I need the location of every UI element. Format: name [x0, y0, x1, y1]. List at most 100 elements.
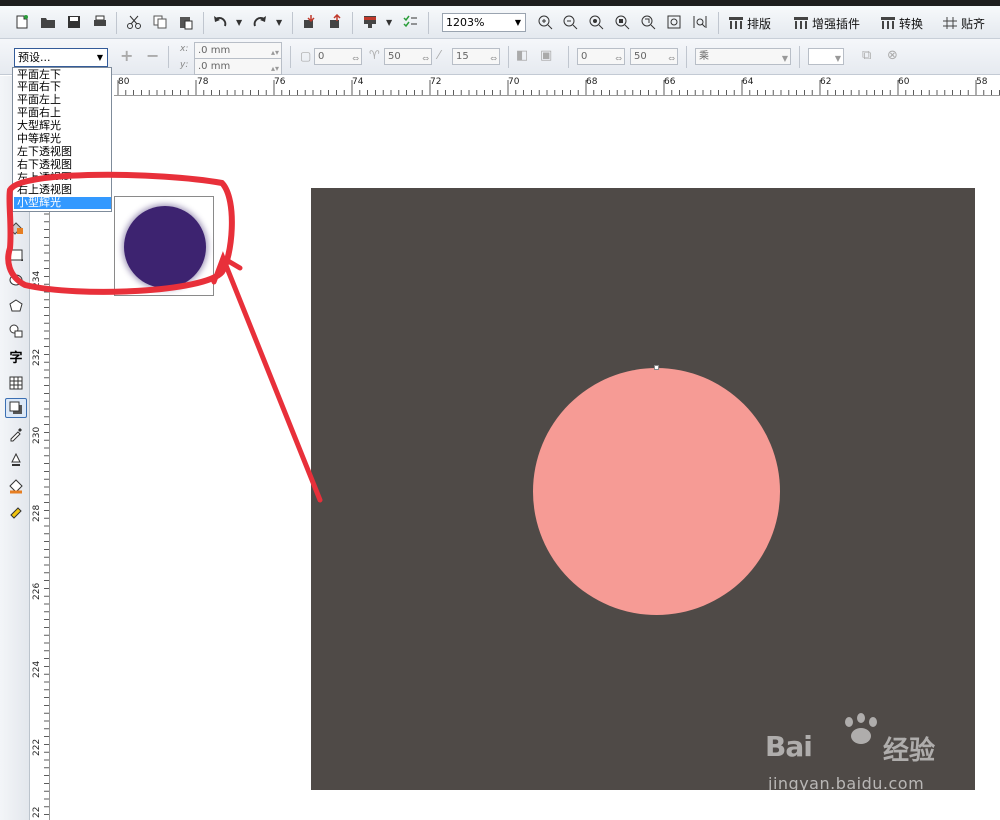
blend-mode-select[interactable]: 乘 ▼ — [695, 48, 791, 65]
new-document-icon[interactable] — [12, 12, 32, 32]
shadow-fade-field[interactable]: 50 ⇔ — [630, 48, 678, 65]
baidu-watermark: Bai 经验 — [765, 712, 965, 772]
redo-dropdown-icon[interactable]: ▼ — [276, 18, 282, 27]
preset-option[interactable]: 左下透视图 — [14, 146, 111, 158]
zoom-page-height-icon[interactable] — [690, 12, 710, 32]
basic-shapes-tool-icon[interactable] — [5, 321, 27, 341]
toolbar-separator — [718, 12, 719, 34]
shadow-x-field[interactable]: .0 mm ▴▾ — [194, 42, 282, 59]
remove-preset-icon[interactable]: − — [146, 46, 159, 65]
preset-select[interactable]: 预设... ▼ — [14, 48, 108, 67]
zoom-level-select[interactable]: 1203% ▼ — [442, 13, 526, 32]
shadow-feather-field[interactable]: 15 ⇔ — [452, 48, 500, 65]
snap-button[interactable]: 贴齐 — [942, 14, 985, 32]
polygon-tool-icon[interactable] — [5, 296, 27, 316]
artboard[interactable] — [311, 188, 975, 790]
preset-preview-thumbnail — [114, 196, 214, 296]
preview-glow-circle — [124, 206, 206, 288]
toolbar-separator — [290, 46, 291, 68]
outline-pen-tool-icon[interactable] — [5, 450, 27, 470]
h-ruler-label: 58 — [976, 77, 988, 87]
preset-option[interactable]: 左上透视图 — [14, 172, 111, 180]
toolbar-separator — [116, 12, 117, 34]
layout-button[interactable]: 排版 — [728, 14, 771, 32]
preset-option[interactable]: 右下透视图 — [14, 159, 111, 171]
smart-fill-tool-icon[interactable] — [5, 217, 27, 237]
feather-direction-icon[interactable]: ◧ — [516, 48, 528, 63]
v-ruler-label: 230 — [32, 426, 42, 444]
vertical-ruler[interactable]: 234 232 230 228 226 224 222 22 — [30, 212, 50, 820]
redo-icon[interactable] — [250, 12, 270, 32]
opacity-icon: ♈ — [369, 48, 380, 62]
drop-shadow-tool-icon[interactable] — [5, 398, 27, 418]
pink-circle-object[interactable] — [533, 368, 780, 615]
shadow-stretch-field[interactable]: 0 ⇔ — [577, 48, 625, 65]
cut-icon[interactable] — [124, 12, 144, 32]
watermark-brand: Bai — [765, 730, 813, 763]
undo-icon[interactable] — [210, 12, 230, 32]
y-label: y: — [180, 60, 189, 70]
shadow-color-picker[interactable]: ▼ — [808, 48, 844, 65]
chevron-down-icon: ▼ — [96, 53, 103, 62]
table-tool-icon[interactable] — [5, 373, 27, 393]
shadow-offset-field[interactable]: 0 ⇔ — [314, 48, 362, 65]
shadow-y-value: .0 mm — [198, 61, 231, 72]
export-icon[interactable] — [326, 12, 346, 32]
watermark-url: jingyan.baidu.com — [768, 774, 925, 793]
v-ruler-label: 22 — [32, 806, 42, 818]
add-preset-icon[interactable]: + — [120, 46, 133, 65]
shadow-stretch-value: 0 — [581, 51, 588, 62]
spin-icon: ⇔ — [490, 54, 497, 63]
shadow-feather-value: 15 — [456, 51, 469, 62]
preset-option[interactable]: 大型辉光 — [14, 120, 111, 132]
shadow-opacity-field[interactable]: 50 ⇔ — [384, 48, 432, 65]
checklist-icon[interactable] — [400, 12, 420, 32]
rectangle-tool-icon[interactable] — [5, 245, 27, 265]
fill-tool-icon[interactable] — [5, 476, 27, 496]
shadow-opacity-value: 50 — [388, 51, 401, 62]
selection-node-handle[interactable] — [654, 365, 659, 370]
convert-button[interactable]: 转换 — [880, 14, 923, 32]
import-icon[interactable] — [300, 12, 320, 32]
zoom-all-objects-icon[interactable] — [612, 12, 632, 32]
preset-option[interactable]: 平面右上 — [14, 107, 111, 119]
publish-dropdown-icon[interactable]: ▼ — [386, 18, 392, 27]
spin-icon: ▴▾ — [270, 64, 279, 73]
horizontal-ruler[interactable]: 80 78 76 74 72 70 68 66 64 62 60 58 — [114, 76, 1000, 96]
h-ruler-label: 74 — [352, 77, 364, 87]
open-folder-icon[interactable] — [38, 12, 58, 32]
preset-option-selected[interactable]: 小型辉光 — [14, 197, 111, 209]
publish-icon[interactable] — [360, 12, 380, 32]
feather-edge-icon[interactable]: ▣ — [540, 48, 552, 63]
save-icon[interactable] — [64, 12, 84, 32]
h-ruler-label: 64 — [742, 77, 754, 87]
preset-option[interactable]: 平面右下 — [14, 81, 111, 93]
print-icon[interactable] — [90, 12, 110, 32]
zoom-selected-icon[interactable] — [586, 12, 606, 32]
text-tool-icon[interactable]: 字 — [5, 346, 27, 366]
zoom-page-icon[interactable] — [638, 12, 658, 32]
clear-shadow-icon[interactable]: ⊗ — [887, 48, 898, 63]
h-ruler-label: 76 — [274, 77, 286, 87]
ellipse-tool-icon[interactable] — [5, 270, 27, 290]
eyedropper-tool-icon[interactable] — [5, 424, 27, 444]
h-ruler-label: 68 — [586, 77, 598, 87]
undo-dropdown-icon[interactable]: ▼ — [236, 18, 242, 27]
interactive-fill-tool-icon[interactable] — [5, 502, 27, 522]
plugin-icon — [794, 17, 808, 29]
copy-icon[interactable] — [150, 12, 170, 32]
shadow-y-field[interactable]: .0 mm ▴▾ — [194, 58, 282, 75]
preset-option[interactable]: 中等辉光 — [14, 133, 111, 145]
spin-icon: ⇔ — [615, 54, 622, 63]
zoom-out-icon[interactable] — [560, 12, 580, 32]
layout-icon — [729, 17, 743, 29]
enhance-plugin-button[interactable]: 增强插件 — [793, 14, 860, 32]
copy-shadow-properties-icon[interactable]: ⧉ — [862, 48, 871, 63]
preset-option[interactable]: 右上透视图 — [14, 184, 111, 196]
zoom-in-icon[interactable] — [535, 12, 555, 32]
preset-option[interactable]: 平面左上 — [14, 94, 111, 106]
layout-label: 排版 — [747, 16, 772, 31]
horizontal-ruler-ticks — [117, 80, 1000, 95]
zoom-page-width-icon[interactable] — [664, 12, 684, 32]
paste-icon[interactable] — [176, 12, 196, 32]
